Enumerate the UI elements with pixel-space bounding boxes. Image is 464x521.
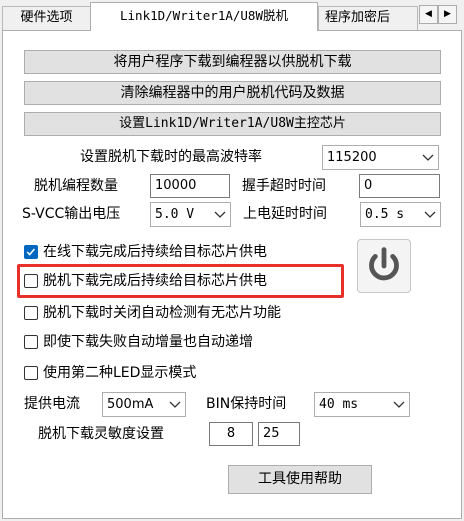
- check-icon: [24, 245, 38, 259]
- svcc-value: 5.0 V: [155, 207, 195, 222]
- handshake-timeout-value: 0: [364, 178, 373, 193]
- checkbox-box: [24, 274, 38, 288]
- clear-programmer-button[interactable]: 清除编程器中的用户脱机代码及数据: [24, 81, 441, 105]
- disable-auto-detect-checkbox[interactable]: 脱机下载时关闭自动检测有无芯片功能: [24, 302, 354, 324]
- bin-hold-label: BIN保持时间: [206, 396, 287, 412]
- checkbox-label: 在线下载完成后持续给目标芯片供电: [43, 244, 267, 260]
- sensitivity-value-2: 25: [263, 426, 280, 441]
- power-icon: [369, 247, 399, 281]
- tab-hardware-options[interactable]: 硬件选项: [2, 6, 91, 30]
- baud-label: 设置脱机下载时的最高波特率: [80, 149, 262, 165]
- power-button[interactable]: [357, 239, 411, 293]
- checkbox-label: 脱机下载时关闭自动检测有无芯片功能: [43, 305, 281, 321]
- download-to-programmer-button[interactable]: 将用户程序下载到编程器以供脱机下载: [24, 50, 441, 74]
- offline-count-label: 脱机编程数量: [34, 178, 118, 194]
- current-select[interactable]: 500mA: [102, 392, 186, 417]
- button-label: 设置Link1D/Writer1A/U8W主控芯片: [119, 116, 346, 131]
- button-label: 将用户程序下载到编程器以供脱机下载: [113, 54, 352, 70]
- sensitivity-label: 脱机下载灵敏度设置: [38, 426, 164, 442]
- svcc-label: S-VCC输出电压: [22, 206, 121, 222]
- checkbox-box: [24, 335, 38, 349]
- sensitivity-input-1[interactable]: 8: [209, 422, 253, 446]
- offline-count-value: 10000: [155, 178, 197, 193]
- offline-count-input[interactable]: 10000: [150, 174, 230, 198]
- tab-label: 程序加密后: [325, 10, 391, 25]
- auto-increment-checkbox[interactable]: 即使下载失败自动增量也自动递增: [24, 331, 324, 353]
- checkbox-label: 脱机下载完成后持续给目标芯片供电: [43, 273, 267, 289]
- chevron-down-icon: [214, 211, 226, 218]
- checkbox-box: [24, 306, 38, 320]
- bin-hold-select[interactable]: 40 ms: [314, 392, 410, 417]
- checkbox-label: 使用第二种LED显示模式: [43, 365, 197, 381]
- set-master-chip-button[interactable]: 设置Link1D/Writer1A/U8W主控芯片: [24, 112, 441, 136]
- chevron-down-icon: [393, 401, 405, 408]
- sensitivity-value-1: 8: [226, 426, 236, 441]
- arrow-right-icon: ▶: [444, 9, 451, 19]
- button-label: 工具使用帮助: [258, 471, 342, 487]
- current-label: 提供电流: [24, 396, 80, 412]
- handshake-timeout-label: 握手超时时间: [242, 178, 326, 194]
- tool-help-button[interactable]: 工具使用帮助: [228, 465, 372, 494]
- arrow-left-icon: ◀: [425, 9, 432, 19]
- power-delay-label: 上电延时时间: [243, 206, 327, 222]
- tab-scroll-left-button[interactable]: ◀: [419, 5, 438, 24]
- tab-label: 硬件选项: [20, 10, 73, 25]
- chevron-down-icon: [169, 401, 181, 408]
- tab-scroll-right-button[interactable]: ▶: [438, 5, 457, 24]
- chevron-down-icon: [422, 154, 434, 161]
- current-value: 500mA: [107, 397, 154, 412]
- tab-link1d-offline[interactable]: Link1D/Writer1A/U8W脱机: [90, 2, 318, 31]
- bin-hold-value: 40 ms: [319, 397, 359, 412]
- checkbox-label: 即使下载失败自动增量也自动递增: [43, 334, 253, 350]
- power-delay-value: 0.5 s: [365, 207, 405, 222]
- online-keep-power-checkbox[interactable]: 在线下载完成后持续给目标芯片供电: [24, 241, 344, 263]
- tab-bar: 硬件选项 Link1D/Writer1A/U8W脱机 程序加密后 ◀ ▶: [0, 0, 464, 31]
- baud-rate-select[interactable]: 115200: [322, 145, 439, 170]
- tab-label: Link1D/Writer1A/U8W脱机: [120, 8, 288, 23]
- offline-keep-power-checkbox[interactable]: 脱机下载完成后持续给目标芯片供电: [24, 270, 340, 292]
- tab-program-encryption[interactable]: 程序加密后: [318, 6, 418, 30]
- sensitivity-input-2[interactable]: 25: [258, 422, 300, 446]
- handshake-timeout-input[interactable]: 0: [359, 174, 440, 198]
- power-delay-select[interactable]: 0.5 s: [360, 202, 441, 227]
- baud-value: 115200: [327, 150, 377, 165]
- svcc-voltage-select[interactable]: 5.0 V: [150, 202, 231, 227]
- second-led-mode-checkbox[interactable]: 使用第二种LED显示模式: [24, 362, 244, 384]
- checkbox-box: [24, 366, 38, 380]
- button-label: 清除编程器中的用户脱机代码及数据: [120, 85, 345, 101]
- chevron-down-icon: [424, 211, 436, 218]
